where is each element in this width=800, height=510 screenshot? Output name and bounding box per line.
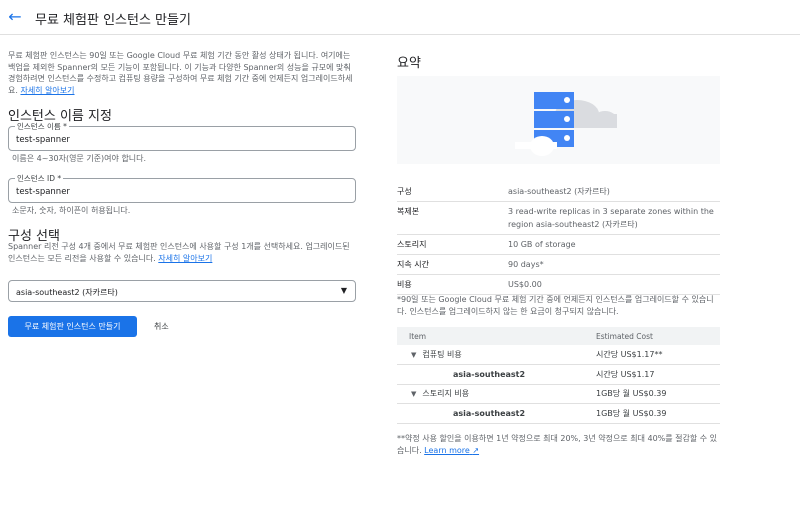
table-row: 지속 시간 90 days* [397, 254, 720, 275]
learn-more-external-link[interactable]: Learn more ↗ [424, 446, 479, 455]
summary-table: 구성 asia-southeast2 (자카르타) 복제본 3 read-write… [397, 182, 720, 295]
instance-id-input[interactable]: 인스턴스 ID * test-spanner [8, 173, 356, 203]
cost-table: Item Estimated Cost ▼ 컴퓨팅 비용 시간당 US$1.17** … [397, 327, 720, 424]
collapse-triangle-icon[interactable]: ▼ [411, 351, 416, 359]
config-learn-more-link[interactable]: 자세히 알아보기 [158, 254, 212, 263]
summary-key: 구성 [397, 182, 508, 202]
summary-value: US$0.00 [508, 274, 720, 295]
cost-value: 시간당 US$1.17 [596, 364, 720, 385]
header-estimated-cost: Estimated Cost [596, 327, 720, 345]
cost-value: 시간당 US$1.17** [596, 345, 720, 365]
cost-item: 컴퓨팅 비용 [422, 350, 462, 359]
learn-more-label: Learn more [424, 445, 470, 455]
cost-item: 스토리지 비용 [422, 389, 470, 399]
table-row: 복제본 3 read-write replicas in 3 separate z… [397, 201, 720, 235]
table-row: 스토리지 10 GB of storage [397, 234, 720, 255]
table-row: ▼ 스토리지 비용 1GB당 월 US$0.39 [397, 384, 720, 404]
cost-footnote: **약정 사용 할인을 이용하면 1년 약정으로 최대 20%, 3년 약정으로… [397, 433, 720, 456]
cost-value: 1GB당 월 US$0.39 [596, 403, 720, 424]
instance-id-hint: 소문자, 숫자, 하이픈이 허용됩니다. [12, 206, 131, 215]
create-button[interactable]: 무료 체험판 인스턴스 만들기 [8, 316, 137, 337]
cost-value: 1GB당 월 US$0.39 [596, 384, 720, 404]
header: ← 무료 체험판 인스턴스 만들기 [0, 0, 800, 35]
summary-heading: 요약 [397, 56, 421, 71]
cancel-button[interactable]: 취소 [154, 316, 169, 337]
external-link-icon: ↗ [472, 445, 480, 455]
instance-name-hint: 이름은 4~30자(영문 기준)여야 합니다. [12, 154, 147, 163]
server-illustration [397, 76, 720, 164]
back-arrow-icon[interactable]: ← [6, 8, 24, 26]
header-item: Item [397, 327, 596, 345]
cost-item: asia-southeast2 [397, 403, 596, 424]
summary-key: 복제본 [397, 201, 508, 235]
summary-key: 비용 [397, 274, 508, 295]
config-desc: Spanner 리전 구성 4개 중에서 무료 체험판 인스턴스에 사용할 구성… [8, 241, 358, 264]
cost-item: asia-southeast2 [397, 364, 596, 385]
page-title: 무료 체험판 인스턴스 만들기 [35, 13, 191, 28]
intro-text: 무료 체험판 인스턴스는 90일 또는 Google Cloud 무료 체험 기… [8, 50, 358, 96]
instance-name-input[interactable]: 인스턴스 이름 * test-spanner [8, 121, 356, 151]
table-row: asia-southeast2 1GB당 월 US$0.39 [397, 403, 720, 424]
table-row: ▼ 컴퓨팅 비용 시간당 US$1.17** [397, 345, 720, 365]
summary-key: 스토리지 [397, 234, 508, 255]
config-select[interactable]: asia-southeast2 (자카르타) ▼ [8, 280, 356, 302]
summary-value: 3 read-write replicas in 3 separate zone… [508, 201, 720, 235]
learn-more-link[interactable]: 자세히 알아보기 [20, 86, 74, 95]
dropdown-arrow-icon: ▼ [340, 286, 347, 295]
collapse-triangle-icon[interactable]: ▼ [411, 390, 416, 398]
summary-value: asia-southeast2 (자카르타) [508, 182, 720, 202]
summary-value: 10 GB of storage [508, 234, 720, 255]
instance-id-label: 인스턴스 ID * [15, 173, 64, 184]
summary-value: 90 days* [508, 254, 720, 275]
summary-footnote: *90일 또는 Google Cloud 무료 체험 기간 중에 언제든지 인스… [397, 295, 714, 316]
instance-name-value: test-spanner [16, 135, 70, 145]
instance-name-label: 인스턴스 이름 * [15, 121, 69, 132]
table-row: 비용 US$0.00 [397, 274, 720, 295]
table-row: asia-southeast2 시간당 US$1.17 [397, 364, 720, 385]
server-cloud-icon [397, 92, 720, 164]
config-selected-value: asia-southeast2 (자카르타) [16, 288, 118, 297]
instance-id-value: test-spanner [16, 187, 70, 197]
summary-key: 지속 시간 [397, 254, 508, 275]
table-row: 구성 asia-southeast2 (자카르타) [397, 182, 720, 202]
